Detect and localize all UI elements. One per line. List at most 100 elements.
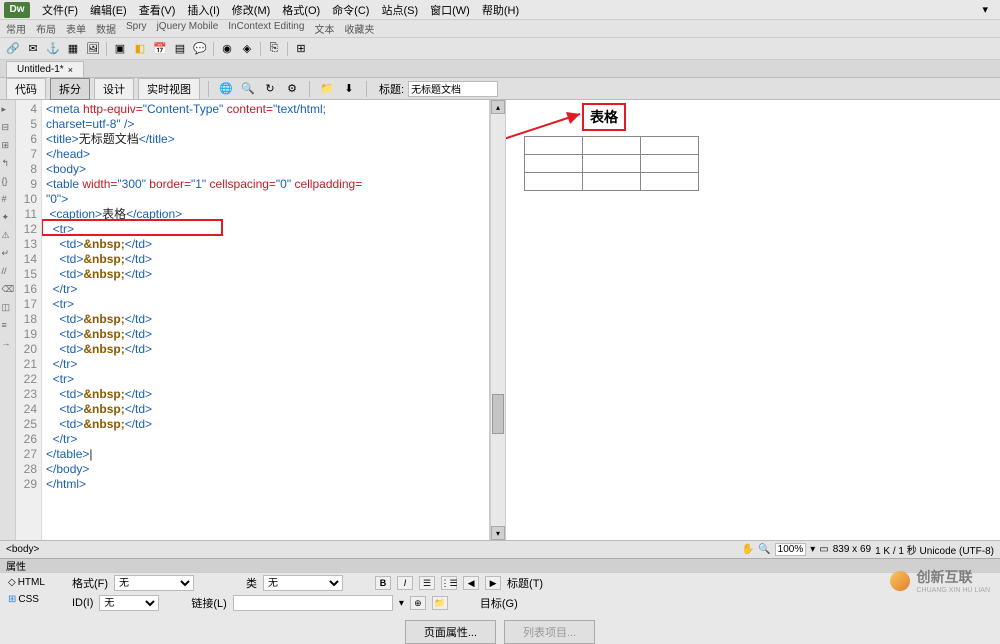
options-icon[interactable]: ⚙ (283, 81, 301, 97)
format-source-icon[interactable]: ≡ (2, 320, 14, 332)
props-html-tab[interactable]: ◇HTML (4, 575, 64, 590)
italic-button[interactable]: I (397, 576, 413, 590)
scroll-thumb[interactable] (492, 394, 504, 434)
menu-item[interactable]: 插入(I) (181, 0, 225, 20)
title-input[interactable] (408, 81, 498, 97)
preview-browser-icon[interactable]: ⬇ (340, 81, 358, 97)
file-mgmt-icon[interactable]: 📁 (318, 81, 336, 97)
insert-tab[interactable]: 数据 (96, 21, 116, 36)
tag-chooser-icon[interactable]: ⊞ (292, 41, 310, 57)
date-icon[interactable]: 📅 (151, 41, 169, 57)
code-line[interactable]: <table width="300" border="1" cellspacin… (46, 177, 485, 192)
window-size-icon[interactable]: ▭ (819, 544, 828, 555)
insert-tab[interactable]: 表单 (66, 21, 86, 36)
view-design[interactable]: 设计 (94, 78, 134, 100)
code-line[interactable]: <td>&nbsp;</td> (46, 237, 485, 252)
hyperlink-icon[interactable]: 🔗 (4, 41, 22, 57)
indent-button[interactable]: ▶ (485, 576, 501, 590)
code-line[interactable]: <td>&nbsp;</td> (46, 327, 485, 342)
code-scrollbar[interactable]: ▴ ▾ (490, 100, 506, 540)
zoom-tool-icon[interactable]: 🔍 (758, 544, 770, 555)
zoom-select[interactable]: 100% (775, 543, 807, 556)
ul-button[interactable]: ☰ (419, 576, 435, 590)
code-line[interactable]: </head> (46, 147, 485, 162)
menu-item[interactable]: 站点(S) (375, 0, 424, 20)
live-code-icon[interactable]: 🌐 (217, 81, 235, 97)
collapse-icon[interactable]: ⊟ (2, 122, 14, 134)
insert-tab[interactable]: jQuery Mobile (157, 21, 219, 36)
balance-braces-icon[interactable]: {} (2, 176, 14, 188)
select-parent-icon[interactable]: ↰ (2, 158, 14, 170)
menu-item[interactable]: 查看(V) (133, 0, 182, 20)
insert-tab[interactable]: InContext Editing (228, 21, 304, 36)
code-line[interactable]: <td>&nbsp;</td> (46, 267, 485, 282)
widget-icon[interactable]: ◧ (131, 41, 149, 57)
code-line[interactable]: <td>&nbsp;</td> (46, 252, 485, 267)
word-wrap-icon[interactable]: ↵ (2, 248, 14, 260)
code-line[interactable]: <tr> (46, 222, 485, 237)
menu-item[interactable]: 窗口(W) (424, 0, 476, 20)
code-line[interactable]: </tr> (46, 432, 485, 447)
menu-item[interactable]: 编辑(E) (84, 0, 133, 20)
code-line[interactable]: </table>| (46, 447, 485, 462)
code-line[interactable]: </tr> (46, 282, 485, 297)
props-css-tab[interactable]: ⊞CSS (4, 592, 64, 607)
code-line[interactable]: </tr> (46, 357, 485, 372)
recent-snippets-icon[interactable]: ◫ (2, 302, 14, 314)
email-icon[interactable]: ✉ (24, 41, 42, 57)
code-line[interactable]: <tr> (46, 372, 485, 387)
scroll-down-icon[interactable]: ▾ (491, 526, 505, 540)
page-properties-button[interactable]: 页面属性... (405, 620, 496, 644)
menu-item[interactable]: 修改(M) (226, 0, 277, 20)
menu-item[interactable]: 帮助(H) (476, 0, 525, 20)
close-icon[interactable]: × (68, 65, 73, 75)
class-select[interactable]: 无 (263, 575, 343, 591)
code-line[interactable]: <td>&nbsp;</td> (46, 342, 485, 357)
id-select[interactable]: 无 (99, 595, 159, 611)
script-icon[interactable]: ◈ (238, 41, 256, 57)
insert-tab[interactable]: 收藏夹 (344, 21, 374, 36)
point-to-file-icon[interactable]: ⊕ (410, 596, 426, 610)
properties-header[interactable]: 属性 (0, 558, 1000, 572)
indent-icon[interactable]: → (2, 338, 14, 350)
code-line[interactable]: <body> (46, 162, 485, 177)
insert-tab[interactable]: 文本 (314, 21, 334, 36)
format-select[interactable]: 无 (114, 575, 194, 591)
document-tab[interactable]: Untitled-1* × (6, 61, 84, 77)
head-icon[interactable]: ◉ (218, 41, 236, 57)
anchor-icon[interactable]: ⚓ (44, 41, 62, 57)
insert-tab[interactable]: 常用 (6, 21, 26, 36)
bold-button[interactable]: B (375, 576, 391, 590)
code-line[interactable]: charset=utf-8" /> (46, 117, 485, 132)
table-icon[interactable]: ▦ (64, 41, 82, 57)
code-line[interactable]: <td>&nbsp;</td> (46, 312, 485, 327)
code-line[interactable]: <caption>表格</caption> (46, 207, 485, 222)
media-icon[interactable]: ▣ (111, 41, 129, 57)
inspect-icon[interactable]: 🔍 (239, 81, 257, 97)
refresh-icon[interactable]: ↻ (261, 81, 279, 97)
hand-tool-icon[interactable]: ✋ (742, 544, 754, 555)
syntax-error-icon[interactable]: ⚠ (2, 230, 14, 242)
code-line[interactable]: </body> (46, 462, 485, 477)
highlight-icon[interactable]: ✦ (2, 212, 14, 224)
browse-icon[interactable]: 📁 (432, 596, 448, 610)
layout-dropdown[interactable]: ▾ (974, 1, 996, 18)
menu-item[interactable]: 文件(F) (36, 0, 84, 20)
server-icon[interactable]: ▤ (171, 41, 189, 57)
code-line[interactable]: <title>无标题文档</title> (46, 132, 485, 147)
open-docs-icon[interactable]: ▸ (2, 104, 14, 116)
insert-tab[interactable]: 布局 (36, 21, 56, 36)
list-item-button[interactable]: 列表项目... (504, 620, 595, 644)
menu-item[interactable]: 格式(O) (276, 0, 326, 20)
outdent-button[interactable]: ◀ (463, 576, 479, 590)
link-input[interactable] (233, 595, 393, 611)
remove-comment-icon[interactable]: ⌫ (2, 284, 14, 296)
expand-icon[interactable]: ⊞ (2, 140, 14, 152)
view-split[interactable]: 拆分 (50, 78, 90, 100)
code-line[interactable]: <td>&nbsp;</td> (46, 402, 485, 417)
code-line[interactable]: <td>&nbsp;</td> (46, 387, 485, 402)
menu-item[interactable]: 命令(C) (326, 0, 375, 20)
code-line[interactable]: <td>&nbsp;</td> (46, 417, 485, 432)
code-line[interactable]: <tr> (46, 297, 485, 312)
view-live[interactable]: 实时视图 (138, 78, 200, 100)
